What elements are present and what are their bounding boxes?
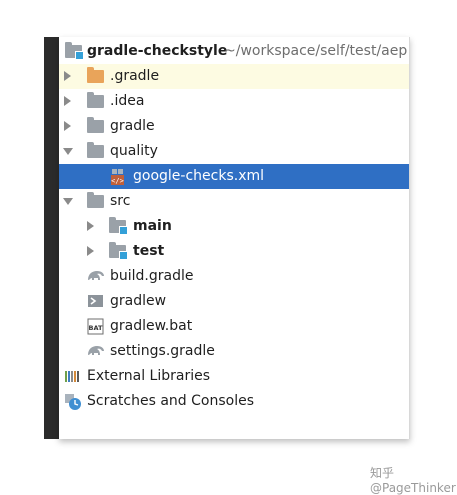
tree-row-gradlew-bat[interactable]: BAT gradlew.bat bbox=[59, 314, 409, 339]
bat-file-icon: BAT bbox=[87, 318, 105, 335]
root-path: ~/workspace/self/test/aep bbox=[224, 43, 408, 59]
project-tree-panel: gradle-checkstyle ~/workspace/self/test/… bbox=[59, 37, 410, 439]
chevron-right-icon[interactable] bbox=[64, 96, 71, 106]
tree-row-main[interactable]: main bbox=[59, 214, 409, 239]
library-icon bbox=[64, 368, 82, 384]
window-edge bbox=[44, 37, 59, 439]
tree-label: Scratches and Consoles bbox=[87, 393, 254, 409]
folder-icon bbox=[87, 192, 104, 208]
tree-label: gradle bbox=[110, 118, 155, 134]
chevron-right-icon[interactable] bbox=[87, 246, 94, 256]
module-folder-icon bbox=[109, 242, 128, 260]
tree-row-settings-gradle[interactable]: settings.gradle bbox=[59, 339, 409, 364]
folder-icon bbox=[87, 142, 104, 158]
gradle-elephant-icon bbox=[86, 343, 104, 359]
tree-label: main bbox=[133, 218, 172, 234]
tree-row-gradle-cache[interactable]: .gradle bbox=[59, 64, 409, 89]
gradle-elephant-icon bbox=[86, 268, 104, 284]
tree-row-quality[interactable]: quality bbox=[59, 139, 409, 164]
excluded-folder-icon bbox=[87, 67, 104, 83]
module-folder-icon bbox=[109, 217, 128, 235]
tree-row-src[interactable]: src bbox=[59, 189, 409, 214]
chevron-down-icon[interactable] bbox=[63, 198, 73, 205]
tree-label: settings.gradle bbox=[110, 343, 215, 359]
folder-icon bbox=[87, 117, 104, 133]
chevron-right-icon[interactable] bbox=[87, 221, 94, 231]
tree-row-scratches[interactable]: Scratches and Consoles bbox=[59, 389, 409, 414]
tree-row-build-gradle[interactable]: build.gradle bbox=[59, 264, 409, 289]
terminal-file-icon bbox=[87, 293, 105, 309]
watermark: 知乎 @PageThinker bbox=[370, 466, 456, 495]
tree-row-gradlew[interactable]: gradlew bbox=[59, 289, 409, 314]
tree-row-gradle[interactable]: gradle bbox=[59, 114, 409, 139]
root-name: gradle-checkstyle bbox=[87, 43, 228, 59]
tree-row-external-libraries[interactable]: External Libraries bbox=[59, 364, 409, 389]
module-folder-icon bbox=[65, 42, 84, 60]
tree-row-root[interactable]: gradle-checkstyle ~/workspace/self/test/… bbox=[59, 39, 409, 64]
tree-row-google-checks-xml[interactable]: </> google-checks.xml bbox=[59, 164, 409, 189]
svg-text:BAT: BAT bbox=[89, 324, 103, 332]
svg-text:</>: </> bbox=[111, 177, 124, 185]
tree-label: gradlew.bat bbox=[110, 318, 193, 334]
chevron-down-icon[interactable] bbox=[63, 148, 73, 155]
tree-row-idea[interactable]: .idea bbox=[59, 89, 409, 114]
chevron-right-icon[interactable] bbox=[64, 71, 71, 81]
tree-label: build.gradle bbox=[110, 268, 194, 284]
tree-label: External Libraries bbox=[87, 368, 210, 384]
scratches-clock-icon bbox=[64, 393, 82, 410]
tree-label: src bbox=[110, 193, 131, 209]
xml-file-icon: </> bbox=[109, 168, 127, 185]
folder-icon bbox=[87, 92, 104, 108]
tree-label: test bbox=[133, 243, 165, 259]
tree-label: quality bbox=[110, 143, 158, 159]
tree-row-test[interactable]: test bbox=[59, 239, 409, 264]
tree-label: google-checks.xml bbox=[133, 168, 265, 184]
tree-label: gradlew bbox=[110, 293, 167, 309]
chevron-right-icon[interactable] bbox=[64, 121, 71, 131]
tree-label: .gradle bbox=[110, 68, 160, 84]
tree-label: .idea bbox=[110, 93, 145, 109]
